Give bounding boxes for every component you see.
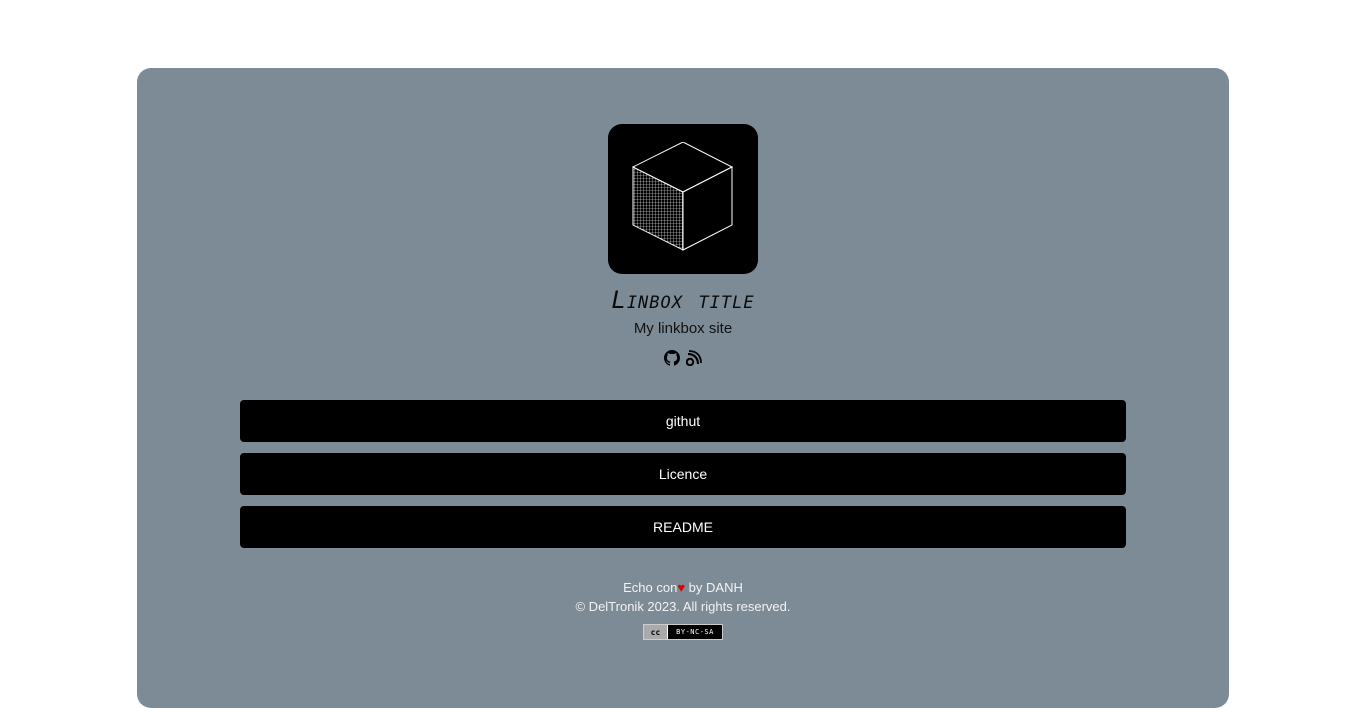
link-button-licence[interactable]: Licence: [240, 453, 1126, 495]
link-list: githut Licence README: [240, 400, 1126, 559]
github-icon[interactable]: [664, 350, 680, 366]
cc-logo-icon: cc: [644, 625, 668, 639]
made-with-line: Echo con♥ by DANH: [137, 578, 1229, 597]
blog-feed-icon[interactable]: [686, 350, 702, 366]
link-button-readme[interactable]: README: [240, 506, 1126, 548]
made-prefix: Echo con: [623, 580, 678, 595]
cc-badge-text: BY-NC-SA: [676, 627, 714, 636]
social-links: [137, 350, 1229, 366]
copyright: © DelTronik 2023. All rights reserved.: [575, 599, 791, 614]
heart-icon: ♥: [677, 580, 686, 595]
link-label: Licence: [658, 466, 708, 482]
link-button-githut[interactable]: githut: [240, 400, 1126, 442]
cube-logo-icon: [631, 142, 734, 251]
linkbox-card: Linbox title My linkbox site githut Lice…: [137, 68, 1229, 708]
page-subtitle: My linkbox site: [633, 320, 733, 337]
link-label: README: [653, 519, 713, 535]
made-suffix: by DANH: [688, 580, 743, 595]
link-label: githut: [665, 413, 701, 429]
page-title: Linbox title: [611, 286, 755, 314]
footer: Echo con♥ by DANH © DelTronik 2023. All …: [137, 578, 1229, 640]
cc-license-badge[interactable]: cc BY-NC-SA: [643, 624, 723, 640]
avatar: [608, 124, 758, 274]
